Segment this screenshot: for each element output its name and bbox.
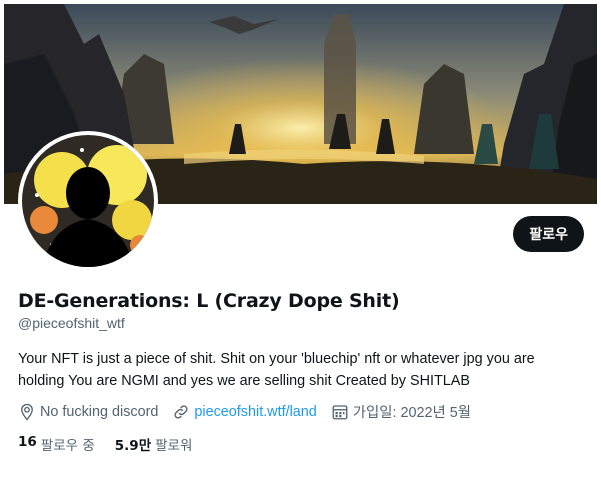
- profile-website-link[interactable]: pieceofshit.wtf/land: [194, 404, 316, 420]
- followers-count: 5.9만: [114, 438, 152, 454]
- joined-date-text: 가입일: 2022년 5월: [352, 405, 472, 421]
- user-handle: @pieceofshit_wtf: [18, 315, 125, 331]
- follow-button[interactable]: 팔로우: [513, 216, 584, 252]
- profile-bio: Your NFT is just a piece of shit. Shit o…: [18, 351, 535, 389]
- link-item[interactable]: pieceofshit.wtf/land: [172, 403, 317, 421]
- following-label: 팔로우 중: [40, 438, 95, 454]
- link-icon: [172, 403, 190, 421]
- followers-label: 팔로워: [155, 438, 193, 454]
- display-name: DE-Generations: L (Crazy Dope Shit): [18, 290, 400, 312]
- followers-link[interactable]: 5.9만 팔로워: [115, 434, 193, 454]
- following-link[interactable]: 16 팔로우 중: [18, 434, 95, 454]
- location-text: No fucking discord: [40, 403, 159, 420]
- calendar-icon: [331, 403, 349, 421]
- profile-avatar[interactable]: [18, 131, 158, 271]
- joined-item: 가입일: 2022년 5월: [331, 401, 471, 422]
- location-pin-icon: [18, 403, 36, 421]
- profile-meta: No fucking discord pieceofshit.wtf/land …: [18, 401, 471, 422]
- follow-stats: 16 팔로우 중 5.9만 팔로워: [18, 434, 192, 454]
- location-item: No fucking discord: [18, 403, 158, 421]
- following-count: 16: [18, 434, 37, 450]
